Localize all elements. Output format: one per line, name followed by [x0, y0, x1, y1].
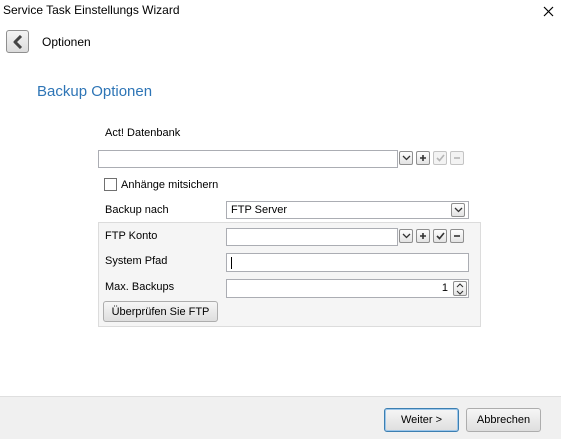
backup-target-select[interactable]: FTP Server — [226, 201, 469, 219]
ftp-account-label: FTP Konto — [105, 230, 158, 242]
back-button[interactable] — [6, 30, 29, 53]
system-path-label: System Pfad — [105, 255, 168, 267]
plus-icon — [420, 233, 426, 239]
window-title: Service Task Einstellungs Wizard — [3, 3, 180, 17]
database-remove-button[interactable] — [450, 151, 464, 165]
plus-icon — [420, 155, 426, 161]
minus-icon — [454, 157, 460, 159]
chevron-down-icon — [402, 233, 410, 239]
chevron-up-icon[interactable] — [456, 283, 464, 288]
ftp-account-combo[interactable] — [226, 228, 398, 246]
database-label: Act! Datenbank — [105, 127, 181, 139]
backup-target-dropdown-button[interactable] — [451, 203, 465, 217]
minus-icon — [454, 235, 460, 237]
database-add-button[interactable] — [416, 151, 430, 165]
chevron-down-icon[interactable] — [456, 290, 464, 295]
max-backups-spin[interactable] — [453, 281, 467, 296]
cancel-button[interactable]: Abbrechen — [466, 408, 541, 432]
attachments-checkbox[interactable] — [104, 178, 117, 191]
check-icon — [435, 154, 445, 162]
backup-target-label: Backup nach — [105, 204, 169, 216]
database-confirm-button[interactable] — [433, 151, 447, 165]
max-backups-stepper[interactable]: 1 — [226, 279, 469, 298]
chevron-down-icon — [454, 207, 462, 213]
database-dropdown-button[interactable] — [399, 151, 413, 165]
ftp-account-confirm-button[interactable] — [433, 229, 447, 243]
backup-target-value: FTP Server — [231, 204, 288, 216]
max-backups-label: Max. Backups — [105, 281, 175, 293]
close-button[interactable] — [537, 0, 559, 22]
database-combo[interactable] — [98, 150, 398, 168]
chevron-left-icon — [13, 34, 22, 49]
ftp-account-remove-button[interactable] — [450, 229, 464, 243]
chevron-down-icon — [402, 155, 410, 161]
system-path-input[interactable] — [226, 253, 469, 272]
ftp-account-add-button[interactable] — [416, 229, 430, 243]
max-backups-value: 1 — [441, 282, 448, 294]
close-icon — [543, 6, 553, 16]
section-title: Backup Optionen — [37, 83, 153, 100]
step-title: Optionen — [42, 35, 91, 49]
attachments-label: Anhänge mitsichern — [121, 179, 219, 191]
text-cursor — [231, 257, 232, 269]
ftp-account-dropdown-button[interactable] — [399, 229, 413, 243]
check-icon — [435, 232, 445, 240]
check-ftp-button[interactable]: Überprüfen Sie FTP — [103, 301, 218, 322]
next-button[interactable]: Weiter > — [384, 408, 459, 432]
